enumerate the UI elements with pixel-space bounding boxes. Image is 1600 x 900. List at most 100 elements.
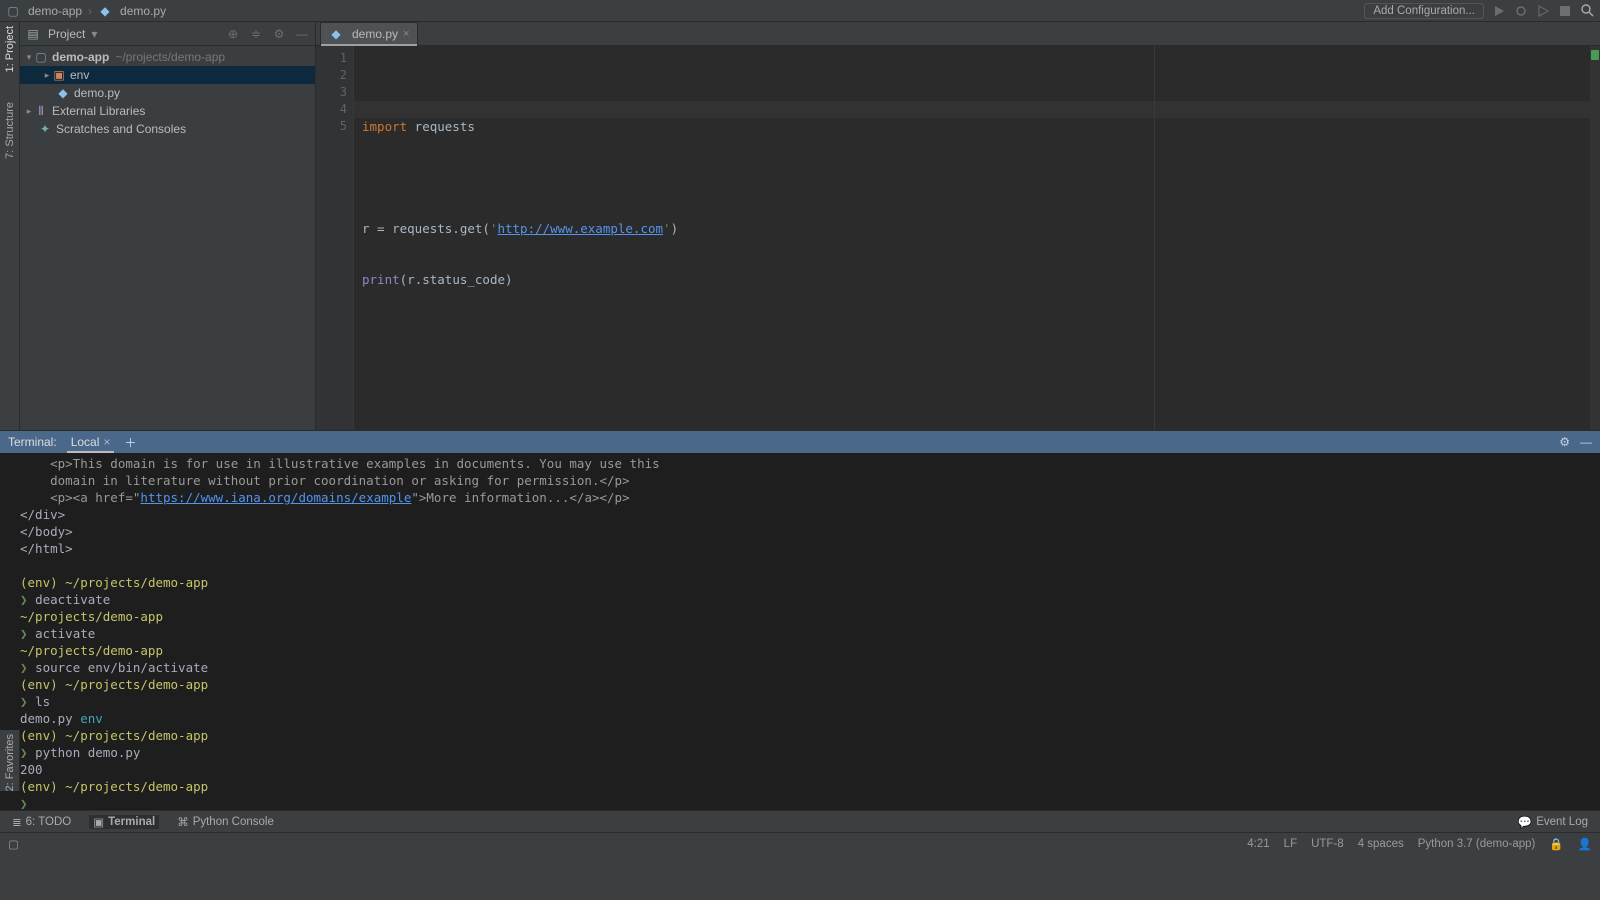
project-panel-title[interactable]: Project <box>48 27 85 41</box>
tree-item-label: demo.py <box>74 84 120 102</box>
gear-icon[interactable]: ⚙ <box>1559 435 1570 449</box>
code-editor[interactable]: 1 2 3 4 5 import requests r = requests.g… <box>316 46 1600 430</box>
tool-structure-tab[interactable]: 7: Structure <box>4 102 16 159</box>
close-icon[interactable]: × <box>403 28 409 40</box>
folder-icon: ▣ <box>52 68 66 82</box>
left-tool-strip-bottom: 2: Favorites <box>0 730 20 791</box>
close-icon[interactable]: × <box>103 435 110 449</box>
tree-root-name: demo-app <box>52 48 109 66</box>
tool-python-console[interactable]: ⌘ Python Console <box>173 815 278 829</box>
python-file-icon: ◆ <box>98 4 112 18</box>
chevron-down-icon: ▾ <box>24 48 34 66</box>
run-with-coverage-icon[interactable] <box>1536 4 1550 18</box>
breadcrumb-project[interactable]: demo-app <box>28 4 82 18</box>
python-file-icon: ◆ <box>329 27 343 41</box>
gutter: 1 2 3 4 5 <box>316 46 354 430</box>
tree-item-env[interactable]: ▸ ▣ env <box>20 66 315 84</box>
tool-todo[interactable]: ≣ 6: TODO <box>8 815 75 829</box>
tool-label: 6: TODO <box>26 816 72 828</box>
hector-icon[interactable]: 👤 <box>1578 837 1592 851</box>
code-token: r = requests.get( <box>362 221 490 236</box>
folder-icon: ▢ <box>34 50 48 64</box>
code-token: ' <box>663 221 671 236</box>
project-panel-header: ▤ Project ▾ ⊕ ≑ ⚙ — <box>20 22 315 46</box>
editor-tab-demo[interactable]: ◆ demo.py × <box>320 22 418 45</box>
line-number: 3 <box>316 84 347 101</box>
minimize-icon[interactable]: — <box>295 27 309 41</box>
python-icon: ⌘ <box>177 815 189 829</box>
breadcrumb[interactable]: ▢ demo-app › ◆ demo.py <box>6 4 166 18</box>
add-configuration-button[interactable]: Add Configuration... <box>1364 3 1484 19</box>
code-token: r.status_code <box>407 272 505 287</box>
expand-all-icon[interactable]: ≑ <box>249 27 263 41</box>
tool-event-log[interactable]: 💬 Event Log <box>1514 815 1592 829</box>
search-icon[interactable] <box>1580 4 1594 18</box>
current-line-highlight <box>354 101 1590 118</box>
tree-item-demo[interactable]: ◆ demo.py <box>20 84 315 102</box>
run-icon[interactable] <box>1492 4 1506 18</box>
tree-item-label: Scratches and Consoles <box>56 120 186 138</box>
status-encoding[interactable]: UTF-8 <box>1311 838 1344 850</box>
project-panel: ▤ Project ▾ ⊕ ≑ ⚙ — ▾ ▢ demo-app ~/proje… <box>20 22 316 430</box>
todo-icon: ≣ <box>12 815 22 829</box>
line-number: 5 <box>316 118 347 135</box>
tool-label: Event Log <box>1536 816 1588 828</box>
terminal-output[interactable]: <p>This domain is for use in illustrativ… <box>0 453 1600 810</box>
locate-icon[interactable]: ⊕ <box>226 27 240 41</box>
status-bar: ▢ 4:21 LF UTF-8 4 spaces Python 3.7 (dem… <box>0 832 1600 854</box>
tool-label: Terminal <box>108 816 155 828</box>
minimize-icon[interactable]: — <box>1580 435 1592 449</box>
project-view-icon: ▤ <box>26 27 40 41</box>
tool-label: Python Console <box>193 816 274 828</box>
editor-tab-label: demo.py <box>352 27 398 41</box>
tool-project-tab[interactable]: 1: Project <box>4 26 16 72</box>
code-token: http://www.example.com <box>497 221 663 236</box>
left-tool-strip: 1: Project 7: Structure <box>0 22 20 430</box>
debug-icon[interactable] <box>1514 4 1528 18</box>
tree-item-scratch[interactable]: ✦ Scratches and Consoles <box>20 120 315 138</box>
tree-item-label: env <box>70 66 89 84</box>
code-token: requests <box>407 119 475 134</box>
tool-window-quick-access-icon[interactable]: ▢ <box>8 837 19 851</box>
chevron-right-icon: › <box>88 4 92 18</box>
line-number: 4 <box>316 101 347 118</box>
tree-item-external[interactable]: ▸ ⫴ External Libraries <box>20 102 315 120</box>
terminal-panel: Terminal: Local × ＋ ⚙ — <p>This domain i… <box>0 430 1600 810</box>
stop-icon[interactable] <box>1558 4 1572 18</box>
analysis-ok-icon <box>1591 50 1599 60</box>
chevron-down-icon[interactable]: ▾ <box>91 27 97 41</box>
line-number: 1 <box>316 50 347 67</box>
breadcrumb-file[interactable]: demo.py <box>120 4 166 18</box>
python-file-icon: ◆ <box>56 86 70 100</box>
line-number: 2 <box>316 67 347 84</box>
status-eol[interactable]: LF <box>1284 838 1297 850</box>
status-interpreter[interactable]: Python 3.7 (demo-app) <box>1418 838 1536 850</box>
code-token: ) <box>671 221 679 236</box>
folder-icon: ▢ <box>6 4 20 18</box>
chevron-right-icon: ▸ <box>42 66 52 84</box>
code-token: ) <box>505 272 513 287</box>
error-stripe[interactable] <box>1590 46 1600 430</box>
code-token: print <box>362 272 400 287</box>
tree-root[interactable]: ▾ ▢ demo-app ~/projects/demo-app <box>20 48 315 66</box>
terminal-icon: ▣ <box>93 815 104 829</box>
scratch-icon: ✦ <box>38 122 52 136</box>
lock-icon[interactable]: 🔒 <box>1549 837 1563 851</box>
bottom-tool-tabs: ≣ 6: TODO ▣ Terminal ⌘ Python Console 💬 Even… <box>0 810 1600 832</box>
navigation-bar: ▢ demo-app › ◆ demo.py Add Configuration… <box>0 0 1600 22</box>
tree-root-path: ~/projects/demo-app <box>115 48 225 66</box>
speech-icon: 💬 <box>1518 815 1532 829</box>
gear-icon[interactable]: ⚙ <box>272 27 286 41</box>
terminal-tab-local[interactable]: Local × <box>67 435 115 449</box>
tool-terminal[interactable]: ▣ Terminal <box>89 815 159 829</box>
editor-tabs: ◆ demo.py × <box>316 22 1600 46</box>
status-position[interactable]: 4:21 <box>1247 838 1269 850</box>
tree-item-label: External Libraries <box>52 102 145 120</box>
new-terminal-button[interactable]: ＋ <box>124 434 136 451</box>
code-body[interactable]: import requests r = requests.get('http:/… <box>354 46 1590 430</box>
tool-favorites-tab[interactable]: 2: Favorites <box>4 734 16 791</box>
status-indent[interactable]: 4 spaces <box>1358 838 1404 850</box>
terminal-label: Terminal: <box>8 435 57 449</box>
project-tree: ▾ ▢ demo-app ~/projects/demo-app ▸ ▣ env… <box>20 46 315 430</box>
library-icon: ⫴ <box>34 104 48 118</box>
